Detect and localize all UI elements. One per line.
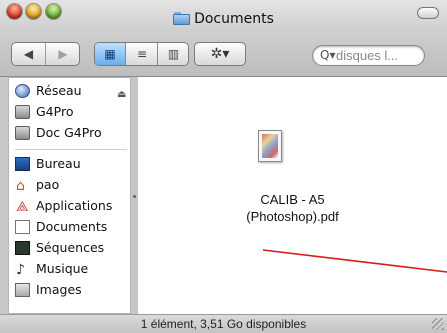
hard-disk-icon [15,126,30,140]
title-toolbar-area: Documents ◀ ▶ ▦ ≡ ▥ ✲▾ Q▾ [0,0,447,77]
network-globe-icon [15,84,30,98]
sidebar-item-label: pao [36,177,60,192]
applications-icon: ⟁ [16,199,29,215]
icon-view-button[interactable]: ▦ [95,43,126,65]
desktop-icon [15,157,30,171]
sidebar-item-label: G4Pro [36,104,74,119]
search-field[interactable]: Q▾ [312,45,425,66]
sidebar-item-label: Séquences [36,240,105,255]
search-icon[interactable]: Q▾ [320,48,335,62]
forward-button[interactable]: ▶ [46,43,80,65]
status-bar: 1 élément, 3,51 Go disponibles [0,314,447,333]
pictures-icon [15,283,30,297]
back-forward-control: ◀ ▶ [11,42,80,66]
hard-disk-icon [15,105,30,119]
annotation-line [262,249,447,273]
sidebar-item-label: Musique [36,261,89,276]
action-menu-button[interactable]: ✲▾ [194,42,246,66]
sidebar-item-g4pro[interactable]: G4Pro [13,102,129,122]
home-icon: ⌂ [16,178,25,194]
window-frame-left [0,77,8,314]
window-title-area: Documents [0,8,447,27]
music-icon: ♪ [16,262,25,278]
sidebar-item-label: Bureau [36,156,81,171]
sidebar-item-label: Images [36,282,82,297]
sidebar-item-bureau[interactable]: Bureau [13,154,129,174]
sidebar-item-reseau[interactable]: Réseau ⏏ [13,81,129,101]
sidebar-item-pao[interactable]: ⌂ pao [13,175,129,195]
documents-icon [15,220,30,234]
list-view-button[interactable]: ≡ [127,43,158,65]
sidebar-item-label: Doc G4Pro [36,125,102,140]
sidebar-item-documents[interactable]: Documents [13,217,129,237]
sidebar-item-label: Documents [36,219,108,234]
sidebar-item-images[interactable]: Images [13,280,129,300]
search-input[interactable] [336,47,422,64]
content-pane: CALIB - A5 (Photoshop).pdf [138,77,447,314]
splitter-grip-icon[interactable] [133,195,136,198]
sidebar-item-applications[interactable]: ⟁ Applications [13,196,129,216]
window-title: Documents [194,10,274,27]
sidebar-item-musique[interactable]: ♪ Musique [13,259,129,279]
toolbar-toggle-button[interactable] [417,7,439,19]
column-view-button[interactable]: ▥ [158,43,189,65]
sidebar-item-sequences[interactable]: Séquences [13,238,129,258]
sidebar: Réseau ⏏ G4Pro Doc G4Pro Bureau ⌂ pao ⟁ … [8,77,131,314]
view-mode-control: ▦ ≡ ▥ [94,42,189,66]
resize-grip-icon[interactable] [432,318,444,330]
movies-icon [15,241,30,255]
sidebar-item-label: Réseau [36,83,82,98]
sidebar-divider [15,149,127,150]
status-text: 1 élément, 3,51 Go disponibles [140,317,307,331]
sidebar-item-label: Applications [36,198,113,213]
sidebar-item-doc-g4pro[interactable]: Doc G4Pro [13,123,129,143]
back-button[interactable]: ◀ [12,43,46,65]
finder-window: Documents ◀ ▶ ▦ ≡ ▥ ✲▾ Q▾ Réseau ⏏ G4Pro [0,0,447,333]
folder-icon [173,12,191,25]
